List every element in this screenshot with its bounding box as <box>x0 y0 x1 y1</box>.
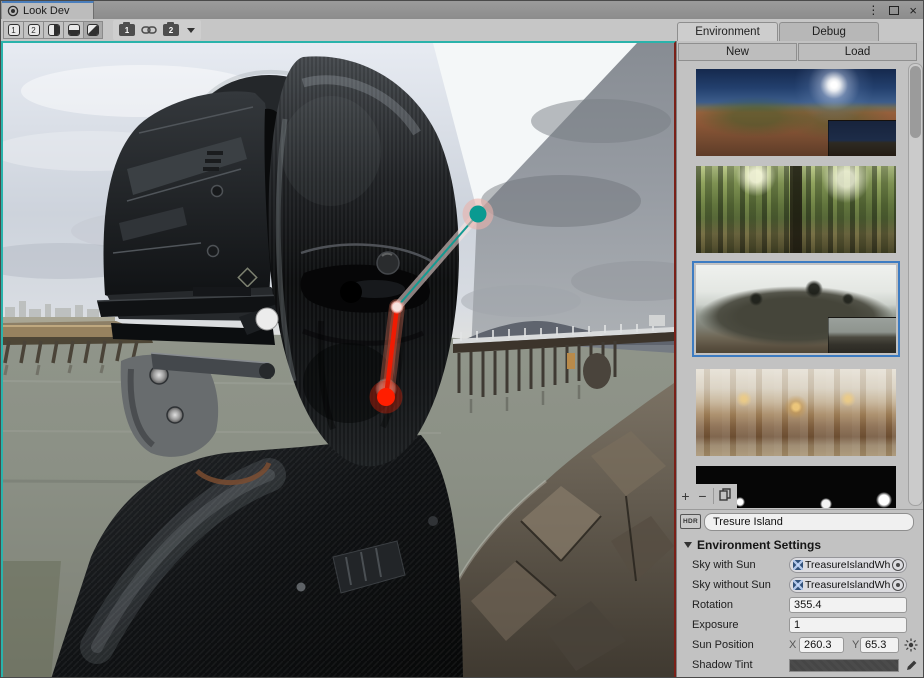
gizmo-red-handle[interactable] <box>377 388 395 406</box>
environment-panel: New Load + − <box>676 41 924 678</box>
minus-icon: − <box>698 488 706 504</box>
environment-name-field[interactable]: Tresure Island <box>704 513 914 531</box>
tab-debug[interactable]: Debug <box>779 22 879 41</box>
titlebar: Look Dev ⋮ × <box>1 1 923 19</box>
remove-environment-button[interactable]: − <box>694 485 711 507</box>
scene-root: ASW 2728 <box>3 43 674 677</box>
camera-1-label: 1 <box>125 26 129 35</box>
scrollbar-thumb[interactable] <box>910 66 921 138</box>
sky-without-sun-value: TreasureIslandWh <box>805 579 892 591</box>
split-diagonal-icon <box>87 24 99 36</box>
view2-icon: 2 <box>28 24 40 36</box>
sky-with-sun-value: TreasureIslandWh <box>805 559 892 571</box>
env-thumbnail-inset <box>828 120 896 156</box>
shadow-tint-color-swatch[interactable] <box>789 659 899 672</box>
object-picker-icon[interactable] <box>892 579 904 591</box>
sky-with-sun-label: Sky with Sun <box>692 559 756 571</box>
new-button[interactable]: New <box>678 43 797 61</box>
single-view-1-button[interactable]: 1 <box>3 21 23 39</box>
load-button-label: Load <box>845 46 871 58</box>
hdr-name-row: HDR Tresure Island <box>677 512 924 532</box>
sky-without-sun-label: Sky without Sun <box>692 579 771 591</box>
row-exposure: Exposure 1 <box>677 617 924 634</box>
foldout-arrow-icon <box>684 542 692 548</box>
panel-divider <box>677 509 924 510</box>
sky-with-sun-object-field[interactable]: TreasureIslandWh <box>789 557 907 573</box>
exposure-field[interactable]: 1 <box>789 617 907 633</box>
sky-without-sun-object-field[interactable]: TreasureIslandWh <box>789 577 907 593</box>
window-menu-icon[interactable]: ⋮ <box>867 4 879 16</box>
close-icon[interactable]: × <box>909 4 917 17</box>
lookdev-toolbar: 1 2 1 <box>1 19 923 41</box>
cubemap-texture-icon <box>793 580 803 590</box>
side-by-side-button[interactable] <box>43 21 63 39</box>
maximize-icon[interactable] <box>889 6 899 15</box>
sun-y-field[interactable]: 65.3 <box>860 637 899 653</box>
camera-sync-group: 1 2 <box>113 20 201 40</box>
dark-bolt <box>377 252 399 274</box>
env-thumbnail-inset <box>828 317 896 353</box>
tab-environment-label: Environment <box>695 26 760 38</box>
sun-position-label: Sun Position <box>692 639 754 651</box>
view1-icon: 1 <box>8 24 20 36</box>
tab-debug-label: Debug <box>812 26 846 38</box>
link-cameras-icon[interactable] <box>141 24 157 36</box>
tab-title: Look Dev <box>23 5 69 17</box>
add-icon: + <box>681 488 689 504</box>
split-diagonal-button[interactable] <box>83 21 103 39</box>
row-rotation: Rotation 355.4 <box>677 597 924 614</box>
row-sun-position: Sun Position X 260.3 Y 65.3 <box>677 637 924 654</box>
single-view-2-button[interactable]: 2 <box>23 21 43 39</box>
env-thumbnail-treasure-island[interactable] <box>696 265 896 353</box>
side-by-side-icon <box>48 24 60 36</box>
sun-x-axis-label: X <box>789 639 796 651</box>
window-controls: ⋮ × <box>867 1 917 19</box>
split-zone-icon <box>68 24 80 36</box>
environment-list: + − <box>677 61 924 508</box>
object-picker-icon[interactable] <box>892 559 904 571</box>
white-bolt <box>256 308 278 330</box>
split-zone-button[interactable] <box>63 21 83 39</box>
gizmo-center-handle[interactable] <box>392 302 403 313</box>
gizmo-teal-handle[interactable] <box>470 206 487 223</box>
environment-list-scrollbar[interactable] <box>908 63 923 506</box>
rotation-field[interactable]: 355.4 <box>789 597 907 613</box>
env-thumbnail-selected-frame <box>692 261 900 357</box>
view-mode-buttons: 1 2 <box>3 21 103 39</box>
tab-look-dev[interactable]: Look Dev <box>2 1 94 19</box>
env-thumbnail-forest[interactable] <box>696 166 896 253</box>
environment-settings-header[interactable]: Environment Settings <box>677 537 924 553</box>
camera-2-button[interactable]: 2 <box>163 24 179 36</box>
cubemap-texture-icon <box>793 560 803 570</box>
row-sky-without-sun: Sky without Sun TreasureIslandWh <box>677 577 924 594</box>
duplicate-environment-button[interactable] <box>716 485 733 507</box>
eye-icon <box>7 5 19 17</box>
lookdev-window: Look Dev ⋮ × 1 2 <box>0 0 924 678</box>
viewport-3d[interactable]: ASW 2728 <box>1 41 676 678</box>
environment-list-toolbar: + − <box>677 484 737 508</box>
load-button[interactable]: Load <box>798 43 917 61</box>
environment-settings-title: Environment Settings <box>697 538 821 552</box>
eyedropper-icon[interactable] <box>903 658 919 674</box>
camera-2-label: 2 <box>169 26 173 35</box>
new-button-label: New <box>726 46 749 58</box>
viewport-scene: ASW 2728 <box>3 43 674 677</box>
toolbar-separator <box>713 488 714 504</box>
env-thumbnail-sunny-scrubland[interactable] <box>696 69 896 156</box>
tab-environment[interactable]: Environment <box>677 22 778 41</box>
sun-y-axis-label: Y <box>852 639 859 651</box>
sun-pick-icon[interactable] <box>903 637 919 653</box>
camera-dropdown-icon[interactable] <box>187 28 195 33</box>
shadow-tint-label: Shadow Tint <box>692 659 753 671</box>
duplicate-icon <box>719 488 731 504</box>
camera-1-button[interactable]: 1 <box>119 24 135 36</box>
add-environment-button[interactable]: + <box>677 485 694 507</box>
rotation-label: Rotation <box>692 599 733 611</box>
exposure-label: Exposure <box>692 619 738 631</box>
sun-x-field[interactable]: 260.3 <box>799 637 844 653</box>
hdr-badge-icon: HDR <box>680 514 701 529</box>
row-shadow-tint: Shadow Tint <box>677 657 924 674</box>
env-thumbnail-church-interior[interactable] <box>696 369 896 456</box>
row-sky-with-sun: Sky with Sun TreasureIslandWh <box>677 557 924 574</box>
